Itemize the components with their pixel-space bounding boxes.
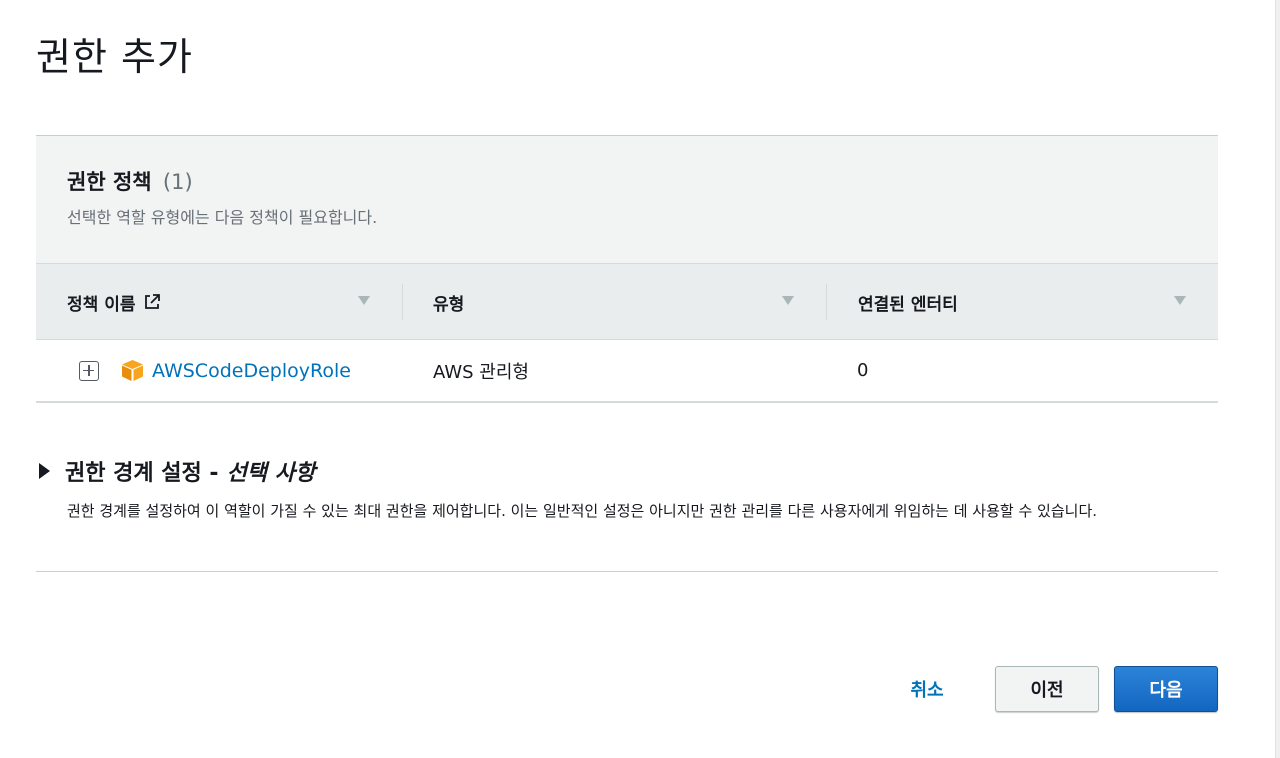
sort-caret-icon[interactable] [358,296,370,305]
boundary-title: 권한 경계 설정 - [65,461,219,486]
panel-header: 권한 정책 (1) 선택한 역할 유형에는 다음 정책이 필요합니다. [36,136,1218,263]
caret-right-icon [39,463,50,479]
column-header-entities[interactable]: 연결된 엔터티 [858,264,958,340]
permissions-policies-panel: 권한 정책 (1) 선택한 역할 유형에는 다음 정책이 필요합니다. 정책 이… [36,135,1218,403]
boundary-optional-label: 선택 사항 [226,461,316,486]
sort-caret-icon[interactable] [782,296,794,305]
column-label-entities: 연결된 엔터티 [858,294,958,315]
policy-count: (1) [162,170,193,194]
column-header-policy-name[interactable]: 정책 이름 [67,264,162,340]
panel-description: 선택한 역할 유형에는 다음 정책이 필요합니다. [67,208,378,227]
policy-type-cell: AWS 관리형 [433,361,529,383]
external-link-icon [145,294,161,309]
column-divider [402,284,403,320]
cube-icon [122,360,143,381]
divider [36,571,1218,572]
attached-entities-cell: 0 [857,360,869,381]
column-label-policy-name: 정책 이름 [67,294,136,315]
permissions-boundary-section: 권한 경계 설정 - 선택 사항 권한 경계를 설정하여 이 역할이 가질 수 … [36,455,1218,523]
panel-title: 권한 정책 (1) [67,166,1218,196]
column-divider [826,284,827,320]
cancel-button[interactable]: 취소 [893,666,961,712]
boundary-description: 권한 경계를 설정하여 이 역할이 가질 수 있는 최대 권한을 제어합니다. … [67,502,1098,520]
column-header-type[interactable]: 유형 [433,264,464,340]
table-header: 정책 이름 유형 연결된 엔터티 [36,263,1218,340]
policy-link[interactable]: AWSCodeDeployRole [152,360,351,382]
page-title: 권한 추가 [36,35,193,79]
expand-plus-icon[interactable] [79,361,99,381]
scrollbar[interactable] [1275,0,1280,758]
add-permissions-page: 권한 추가 권한 정책 (1) 선택한 역할 유형에는 다음 정책이 필요합니다… [0,0,1280,758]
column-label-type: 유형 [433,294,465,315]
panel-title-text: 권한 정책 [67,170,152,194]
previous-button[interactable]: 이전 [995,666,1099,712]
table-row: AWSCodeDeployRole AWS 관리형 0 [36,340,1218,403]
sort-caret-icon[interactable] [1174,296,1186,305]
boundary-toggle[interactable]: 권한 경계 설정 - 선택 사항 [36,455,1218,487]
next-button[interactable]: 다음 [1114,666,1218,712]
policy-name-cell: AWSCodeDeployRole [152,340,351,401]
